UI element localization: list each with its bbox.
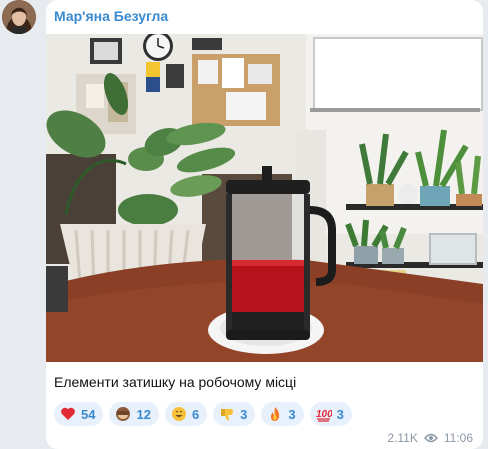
reaction-grinning-face[interactable]: 6 <box>164 402 208 426</box>
reaction-count: 3 <box>288 406 296 422</box>
reaction-thumbs-down[interactable]: 3 <box>213 402 256 426</box>
hundred-points-icon: 100 <box>316 409 332 422</box>
message-caption: Елементи затишку на робочому місці <box>54 374 297 390</box>
eye-icon <box>423 433 438 443</box>
svg-text:100: 100 <box>316 409 332 420</box>
view-count: 2.11K <box>387 431 418 445</box>
reactions-bar: 54 12 6 3 3 100 3 <box>54 402 352 426</box>
reaction-count: 3 <box>240 406 248 422</box>
message-time: 11:06 <box>443 431 473 445</box>
avatar[interactable] <box>2 0 36 34</box>
reaction-count: 54 <box>81 406 96 422</box>
chat-view: Мар'яна Безугла Елементи затишку на робо… <box>0 0 488 449</box>
reaction-heart[interactable]: 54 <box>54 402 104 426</box>
reaction-count: 6 <box>191 406 200 422</box>
reaction-count: 3 <box>336 406 344 422</box>
reaction-see-no-evil-monkey[interactable]: 12 <box>109 402 159 426</box>
author-name[interactable]: Мар'яна Безугла <box>54 8 168 24</box>
message-meta: 2.11K 11:06 <box>387 431 473 445</box>
see-no-evil-monkey-icon <box>116 407 131 421</box>
message-bubble: Мар'яна Безугла Елементи затишку на робо… <box>46 0 483 449</box>
reaction-count: 12 <box>136 406 151 422</box>
reaction-hundred-points[interactable]: 100 3 <box>309 402 352 426</box>
heart-icon <box>61 407 75 420</box>
fire-icon <box>271 407 280 421</box>
grinning-face-icon <box>171 407 186 421</box>
reaction-fire[interactable]: 3 <box>261 402 304 426</box>
message-photo[interactable] <box>46 34 483 362</box>
thumbs-down-icon <box>221 409 234 421</box>
